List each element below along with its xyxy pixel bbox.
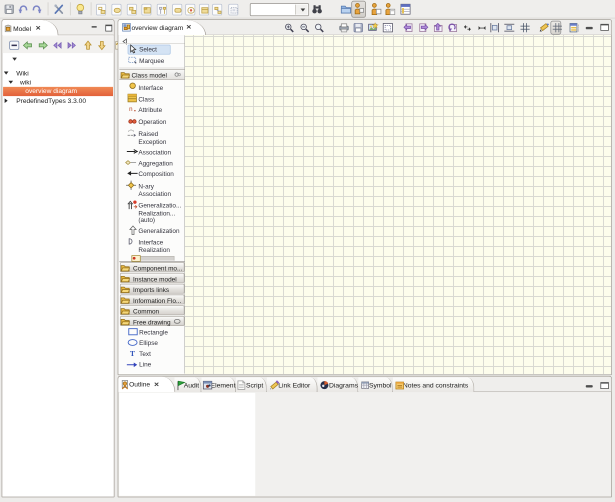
svg-text:n: n [129,106,133,113]
svg-text:T: T [130,349,135,358]
